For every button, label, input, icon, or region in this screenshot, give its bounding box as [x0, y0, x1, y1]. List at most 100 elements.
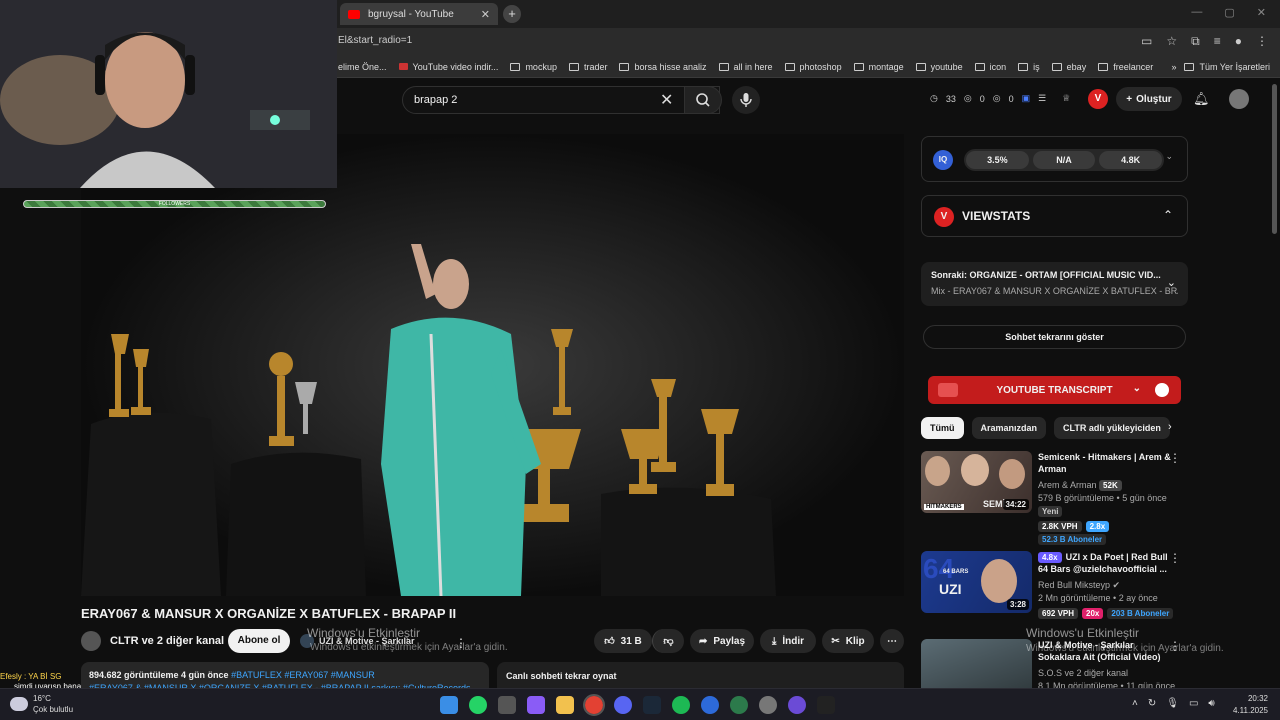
chevron-up-icon[interactable]: ˄	[1132, 698, 1138, 709]
all-bookmarks[interactable]: Tüm Yer İşaretleri	[1184, 62, 1270, 72]
list-icon[interactable]: ☰	[1038, 93, 1046, 104]
epic-games-icon[interactable]	[817, 696, 835, 714]
more-options-icon[interactable]: ⋮	[1169, 451, 1181, 465]
share-button[interactable]: ➦ Paylaş	[690, 629, 754, 653]
minimize-icon[interactable]: —	[1191, 6, 1202, 19]
clip-button[interactable]: ✂ Klip	[822, 629, 874, 653]
more-label: ⋯	[887, 635, 897, 647]
app-icon[interactable]	[788, 696, 806, 714]
chip-from-search[interactable]: Aramanızdan	[971, 417, 1047, 439]
new-tab-button[interactable]: +	[503, 5, 521, 23]
clear-search-icon[interactable]: ✕	[660, 90, 673, 110]
channel-name[interactable]: Arem & Arman	[1038, 480, 1097, 490]
chevron-right-icon[interactable]: ›	[1168, 421, 1172, 433]
chevron-down-icon[interactable]: ⌄	[1165, 151, 1173, 162]
bookmark-folder[interactable]: youtube	[915, 62, 963, 72]
video-thumbnail[interactable]: 64 64 BARS UZI 3:28	[921, 551, 1032, 613]
chevron-down-icon[interactable]: ⌄	[1167, 276, 1176, 289]
channel-avatar[interactable]	[81, 631, 101, 651]
weather-desc: Çok bulutlu	[33, 705, 74, 714]
url-text[interactable]: El&start_radio=1	[338, 35, 412, 46]
bookmark-folder[interactable]: photoshop	[784, 62, 842, 72]
clock-icon: ◷	[930, 93, 938, 103]
more-actions-button[interactable]: ⋯	[880, 629, 904, 653]
video-thumbnail[interactable]: HITMAKERS SEMİ 34:22	[921, 451, 1032, 513]
show-chat-replay-button[interactable]: Sohbet tekrarını göster	[923, 325, 1186, 349]
create-button[interactable]: + Oluştur	[1116, 87, 1182, 111]
user-icon[interactable]	[1155, 383, 1169, 397]
chip-from-uploader[interactable]: CLTR adlı yükleyiciden	[1054, 417, 1170, 439]
bookmark-folder[interactable]: montage	[853, 62, 904, 72]
close-window-icon[interactable]: ✕	[1257, 6, 1266, 19]
viewstats-button[interactable]: V	[1088, 89, 1108, 109]
close-icon[interactable]: ✕	[481, 8, 490, 21]
notifications-icon[interactable]: 🔔︎	[1193, 91, 1210, 107]
bookmark-folder[interactable]: all in here	[718, 62, 773, 72]
cast-icon[interactable]: ▭	[1141, 34, 1152, 49]
viewstats-panel[interactable]: V VIEWSTATS ⌃	[921, 195, 1188, 237]
menu-icon[interactable]: ⋮	[1256, 34, 1268, 49]
store-icon[interactable]	[498, 696, 516, 714]
download-button[interactable]: ⤓ İndir	[760, 629, 816, 653]
bookmark-folder[interactable]: freelancer	[1098, 62, 1153, 72]
subscribe-button[interactable]: Abone ol	[228, 629, 290, 653]
folder-icon	[510, 62, 521, 71]
list-item[interactable]: HITMAKERS SEMİ 34:22 Semicenk - Hitmaker…	[921, 451, 1181, 545]
file-explorer-icon[interactable]	[556, 696, 574, 714]
star-icon[interactable]: ☆	[1166, 34, 1177, 49]
chevron-up-icon[interactable]: ⌃	[1163, 208, 1173, 222]
hashtags[interactable]: #BATUFLEX #ERAY067 #MANSUR	[231, 670, 375, 680]
youtube-transcript-button[interactable]: YOUTUBE TRANSCRIPT ⌄	[928, 376, 1181, 404]
channel-name[interactable]: Red Bull Miksteyp	[1038, 580, 1110, 590]
bookmark-item[interactable]: YouTube video indir...	[398, 62, 498, 72]
media-icon[interactable]: ≡	[1214, 34, 1221, 49]
bookmark-folder[interactable]: ebay	[1051, 62, 1086, 72]
whatsapp-icon[interactable]	[469, 696, 487, 714]
bookmark-folder[interactable]: iş	[1018, 62, 1040, 72]
extensions-icon[interactable]: ⧉	[1191, 34, 1200, 49]
discord-icon[interactable]	[614, 696, 632, 714]
chrome-icon[interactable]	[583, 694, 605, 716]
display-icon[interactable]: ▭	[1189, 698, 1198, 709]
weather-widget[interactable]: 16°C Çok bulutlu	[33, 693, 73, 715]
volume-icon[interactable]: 🔊︎	[1208, 698, 1214, 709]
avatar[interactable]	[1229, 89, 1249, 109]
copilot-icon[interactable]	[527, 696, 545, 714]
scrollbar[interactable]	[1272, 84, 1277, 234]
voice-search-button[interactable]	[732, 86, 760, 114]
app-icon[interactable]	[759, 696, 777, 714]
bookmarks-overflow[interactable]: »	[1171, 62, 1176, 72]
bookmark-folder[interactable]: trader	[568, 62, 607, 72]
dislike-button[interactable]: 👎︎	[652, 629, 684, 653]
bookmark-folder[interactable]: icon	[974, 62, 1006, 72]
video-thumbnail[interactable]	[921, 639, 1032, 688]
sync-icon[interactable]: ↻	[1148, 698, 1156, 709]
browser-tab[interactable]: bgruysal - YouTube ✕	[340, 3, 498, 25]
more-options-icon[interactable]: ⋮	[455, 636, 467, 650]
steam-icon[interactable]	[643, 696, 661, 714]
youtube-icon	[348, 9, 360, 19]
bookmark-item[interactable]: elime Öne...	[338, 62, 387, 72]
mic-icon[interactable]: 🎙︎	[1166, 698, 1179, 709]
chevron-down-icon[interactable]: ⌄	[1133, 383, 1141, 394]
video-title[interactable]: Semicenk - Hitmakers | Arem & Arman	[1038, 451, 1178, 475]
spotify-icon[interactable]	[672, 696, 690, 714]
trophy-icon[interactable]: ♕	[1062, 93, 1070, 104]
chip-all[interactable]: Tümü	[921, 417, 964, 439]
extension-icon[interactable]: ▣	[1022, 93, 1031, 104]
search-button[interactable]	[684, 86, 722, 114]
channel-name[interactable]: S.O.S ve 2 diğer kanal	[1038, 667, 1178, 680]
clock[interactable]: 20:32 4.11.2025	[1233, 693, 1268, 717]
app-icon[interactable]	[701, 696, 719, 714]
channel-name[interactable]: CLTR ve 2 diğer kanal	[110, 635, 224, 647]
bookmark-label: mockup	[525, 61, 557, 72]
up-next-card[interactable]: Sonraki: ORGANIZE - ORTAM [OFFICIAL MUSI…	[921, 262, 1188, 306]
like-button[interactable]: 👍︎ 31 B	[594, 629, 652, 653]
profile-icon[interactable]: ●	[1235, 34, 1242, 49]
more-options-icon[interactable]: ⋮	[1169, 551, 1181, 565]
bookmark-folder[interactable]: mockup	[510, 62, 557, 72]
maximize-icon[interactable]: ▢	[1224, 6, 1234, 19]
bookmark-folder[interactable]: borsa hisse analiz	[619, 62, 707, 72]
app-icon[interactable]	[730, 696, 748, 714]
start-icon[interactable]	[440, 696, 458, 714]
